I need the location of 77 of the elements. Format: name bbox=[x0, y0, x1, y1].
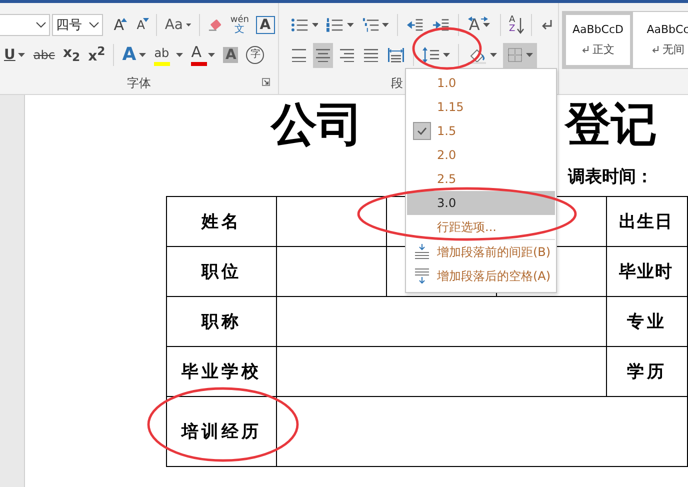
superscript-button[interactable]: x$^{2}$ bbox=[86, 42, 108, 68]
caret-icon bbox=[312, 23, 318, 27]
style-item[interactable]: AaBbCcD 正文 bbox=[563, 12, 633, 68]
borders-icon bbox=[507, 47, 523, 63]
caret-icon bbox=[208, 53, 216, 57]
caret-icon bbox=[139, 53, 146, 57]
font-name-field[interactable] bbox=[0, 14, 50, 36]
group-label: 段 bbox=[391, 74, 403, 92]
launcher-icon bbox=[262, 78, 270, 86]
align-right-icon bbox=[339, 48, 355, 62]
menu-item[interactable]: 1.0 bbox=[407, 71, 555, 95]
table-cell: 姓名 bbox=[166, 196, 276, 246]
table-cell: 职位 bbox=[166, 246, 276, 296]
caret-icon bbox=[186, 23, 192, 27]
menu-item[interactable]: 增加段落后的空格(A) bbox=[407, 264, 555, 288]
menu-item[interactable]: 1.5 bbox=[407, 119, 555, 143]
table-cell: 培训经历 bbox=[166, 396, 276, 466]
change-case-button[interactable]: Aa bbox=[162, 12, 194, 38]
caret-icon bbox=[382, 23, 390, 27]
asian-layout-button[interactable]: A bbox=[464, 12, 494, 38]
caret-icon bbox=[18, 53, 26, 57]
chevron-icon bbox=[88, 22, 99, 28]
align-center-button[interactable] bbox=[313, 42, 333, 68]
menu-item[interactable]: 增加段落前的间距(B) bbox=[407, 240, 555, 264]
bullets-icon bbox=[291, 17, 309, 33]
phonetic-guide-button[interactable]: wén 文 bbox=[229, 12, 250, 38]
table-cell: 专业 bbox=[606, 296, 688, 346]
shrink-font-button[interactable]: A bbox=[132, 12, 150, 38]
table-cell: 毕业学校 bbox=[166, 346, 276, 396]
caret-icon bbox=[482, 23, 490, 27]
increase-indent-icon bbox=[432, 18, 450, 32]
eraser-icon bbox=[208, 17, 224, 33]
menu-item[interactable]: 1.15 bbox=[407, 95, 555, 119]
caret-icon bbox=[490, 53, 497, 57]
space-before-icon bbox=[414, 244, 430, 260]
underline-button[interactable]: U bbox=[2, 42, 28, 68]
menu-item[interactable]: 3.0 bbox=[407, 191, 555, 215]
menu-item[interactable]: 2.0 bbox=[407, 143, 555, 167]
return-arrow-icon bbox=[652, 46, 658, 53]
paragraph-mark-icon bbox=[541, 18, 554, 32]
justify-icon bbox=[363, 48, 379, 62]
align-center-icon bbox=[315, 48, 331, 62]
menu-item[interactable]: 行距选项... bbox=[407, 215, 555, 239]
table-cell: 出生日 bbox=[606, 196, 688, 246]
table-cell: 职称 bbox=[166, 296, 276, 346]
borders-button[interactable] bbox=[503, 42, 537, 68]
numbering-icon bbox=[326, 17, 344, 33]
grow-font-button[interactable]: A bbox=[110, 12, 128, 38]
document-title: 登记 bbox=[565, 97, 657, 151]
text-effects-button[interactable]: A bbox=[120, 42, 148, 68]
font-size-field[interactable]: 四号 bbox=[52, 14, 103, 36]
multilevel-list-icon bbox=[362, 17, 380, 33]
strikethrough-button[interactable]: abc bbox=[31, 42, 57, 68]
document-title: 公司 bbox=[271, 97, 363, 151]
line-spacing-icon bbox=[422, 46, 440, 64]
align-left-icon bbox=[291, 48, 307, 62]
group-label: 字体 bbox=[127, 74, 151, 92]
caret-icon bbox=[176, 53, 184, 57]
date-label: 调表时间： bbox=[568, 167, 653, 187]
menu-item[interactable]: 2.5 bbox=[407, 167, 555, 191]
sort-button[interactable]: A Z bbox=[507, 12, 526, 38]
caret-icon bbox=[347, 23, 354, 27]
decrease-indent-icon bbox=[406, 18, 424, 32]
subscript-button[interactable]: x$_{2}$ bbox=[60, 42, 82, 68]
space-after-icon bbox=[414, 268, 430, 284]
table-cell: 毕业时 bbox=[606, 246, 688, 296]
caret-icon bbox=[443, 53, 450, 57]
distributed-icon bbox=[387, 47, 405, 63]
return-arrow-icon bbox=[582, 46, 588, 53]
down-arrow-icon bbox=[517, 18, 524, 34]
table-cell: 学历 bbox=[606, 346, 688, 396]
chevron-icon bbox=[36, 22, 46, 28]
down-triangle-icon bbox=[142, 18, 149, 22]
font-color-button[interactable]: A bbox=[189, 42, 218, 68]
caret-icon bbox=[526, 53, 533, 57]
highlight-button[interactable]: ab bbox=[152, 42, 186, 68]
dialog-launcher-button[interactable] bbox=[262, 78, 272, 88]
